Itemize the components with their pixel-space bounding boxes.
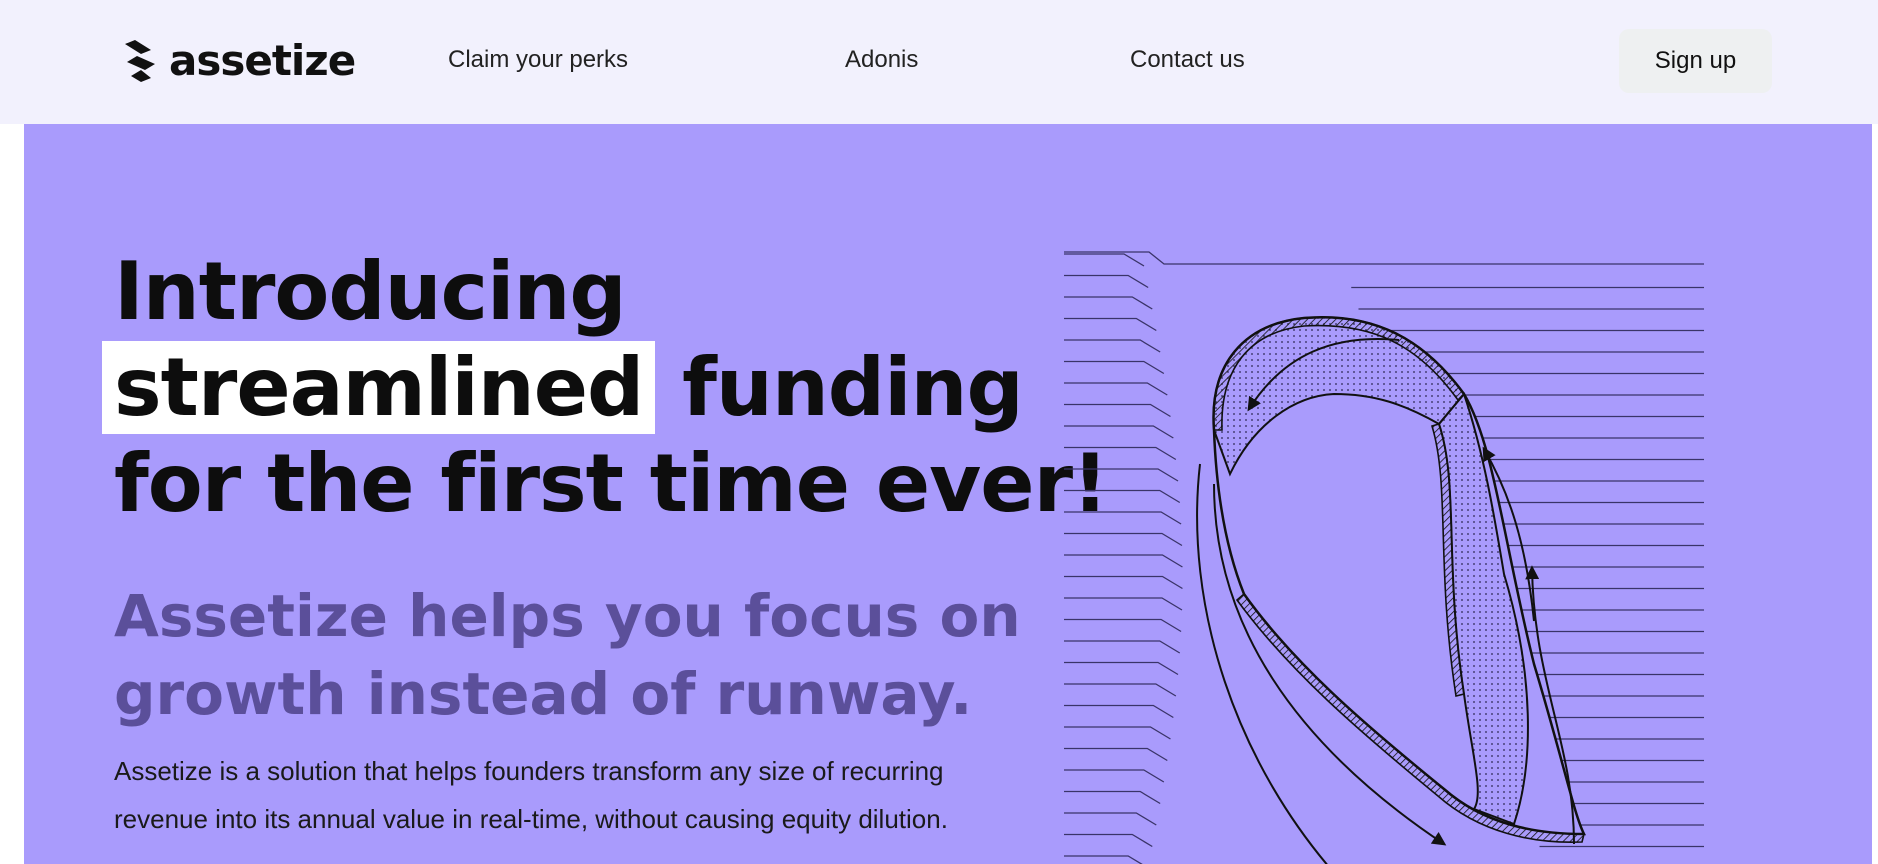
- bg-line-left: [1064, 403, 1171, 418]
- bg-line-left: [1064, 661, 1179, 676]
- loop-ribbon-illustration: [1064, 251, 1704, 864]
- bg-line-left: [1064, 769, 1165, 783]
- nav-link-claim-perks[interactable]: Claim your perks: [448, 46, 628, 74]
- subhead-line-1: Assetize helps you focus on: [114, 582, 1021, 650]
- headline-line-1: Introducing: [114, 245, 627, 338]
- bg-line-left: [1064, 554, 1183, 568]
- bg-line-left: [1064, 532, 1183, 547]
- bg-line-left: [1064, 726, 1171, 740]
- bg-line-left: [1064, 339, 1161, 353]
- hero-section: Introducing streamlined funding for the …: [24, 124, 1872, 864]
- headline-line-3: for the first time ever!: [114, 437, 1108, 530]
- bg-line-left: [1064, 812, 1157, 826]
- signup-button[interactable]: Sign up: [1619, 29, 1772, 93]
- loop-ribbon: [1196, 315, 1587, 864]
- bg-line-left: [1064, 683, 1177, 697]
- nav-link-contact[interactable]: Contact us: [1130, 46, 1245, 74]
- hero-headline: Introducing streamlined funding for the …: [102, 244, 1108, 532]
- bg-line-left: [1064, 360, 1165, 375]
- subhead-line-2: growth instead of runway.: [114, 660, 973, 728]
- brand-logo[interactable]: assetize: [121, 35, 356, 85]
- bg-line-left: [1064, 296, 1153, 310]
- nav-link-adonis[interactable]: Adonis: [845, 46, 918, 74]
- bg-line-left: [1064, 468, 1179, 482]
- top-navbar: assetize Claim your perks Adonis Contact…: [0, 0, 1878, 124]
- headline-highlight: streamlined: [102, 341, 656, 434]
- bg-line-left: [1064, 446, 1177, 461]
- headline-line-2-rest: funding: [655, 341, 1024, 434]
- bg-line-left: [1064, 790, 1161, 805]
- hero-subheading: Assetize helps you focus on growth inste…: [114, 577, 1021, 733]
- bg-line-left: [1064, 489, 1181, 504]
- brand-name: assetize: [169, 35, 356, 85]
- bg-line-left: [1064, 833, 1153, 848]
- bg-line-left: [1064, 511, 1182, 525]
- bg-line-left: [1064, 855, 1143, 864]
- assetize-logo-icon: [125, 40, 155, 82]
- hero-description: Assetize is a solution that helps founde…: [114, 756, 948, 834]
- bg-line-left: [1064, 575, 1183, 590]
- bg-line-left: [1064, 704, 1174, 719]
- bg-line-left: [1064, 382, 1168, 396]
- bg-line-left: [1064, 253, 1145, 267]
- bg-line-left: [1064, 618, 1182, 633]
- bg-line-left: [1064, 747, 1168, 762]
- bg-line-left: [1064, 640, 1181, 654]
- bg-line-left: [1064, 425, 1174, 439]
- bg-line-left: [1064, 274, 1149, 289]
- bg-line-left: [1064, 317, 1157, 332]
- bg-line-left: [1064, 597, 1183, 611]
- bg-line-top: [1064, 251, 1704, 265]
